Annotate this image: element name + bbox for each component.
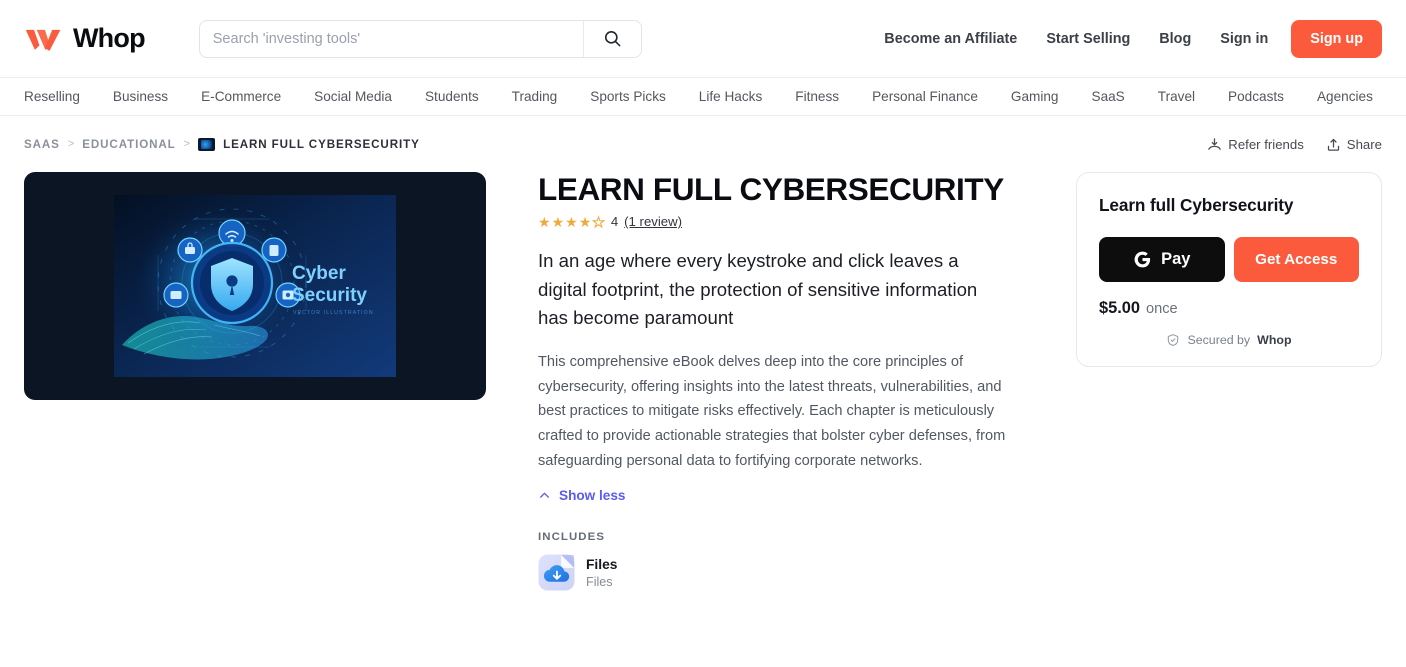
includes-heading: INCLUDES [538, 531, 1008, 543]
search-submit-button[interactable] [583, 21, 641, 57]
share-icon [1326, 137, 1341, 152]
breadcrumb: SAAS > EDUCATIONAL > LEARN FULL CYBERSEC… [24, 138, 420, 151]
purchase-column: Learn full Cybersecurity Pay Get Access [1076, 172, 1382, 367]
sign-up-button[interactable]: Sign up [1291, 20, 1382, 58]
google-pay-label: Pay [1161, 250, 1190, 269]
whop-logo[interactable]: Whop [24, 23, 145, 54]
category-life-hacks[interactable]: Life Hacks [699, 89, 762, 104]
review-count-link[interactable]: (1 review) [624, 214, 682, 229]
refer-friends-icon [1207, 137, 1222, 152]
share-button[interactable]: Share [1326, 137, 1382, 152]
hero-image-container[interactable]: Cyber Security VECTOR ILLUSTRATION [24, 172, 486, 400]
product-tagline: In an age where every keystroke and clic… [538, 247, 1008, 332]
category-fitness[interactable]: Fitness [795, 89, 839, 104]
category-personal-finance[interactable]: Personal Finance [872, 89, 978, 104]
hero-subtext: VECTOR ILLUSTRATION [293, 310, 374, 316]
star-filled-icon: ★ [552, 215, 565, 229]
purchase-buttons: Pay Get Access [1099, 237, 1359, 282]
search-icon [603, 29, 622, 48]
breadcrumb-separator: > [184, 138, 190, 150]
breadcrumb-item-saas[interactable]: SAAS [24, 138, 60, 151]
star-rating: ★ ★ ★ ★ ★ [538, 215, 605, 229]
price-row: $5.00 once [1099, 299, 1359, 318]
purchase-card: Learn full Cybersecurity Pay Get Access [1076, 172, 1382, 367]
star-filled-icon: ★ [538, 215, 551, 229]
nav-sign-in[interactable]: Sign in [1220, 31, 1268, 47]
refer-friends-label: Refer friends [1228, 137, 1304, 152]
category-reselling[interactable]: Reselling [24, 89, 80, 104]
share-label: Share [1347, 137, 1382, 152]
category-trading[interactable]: Trading [512, 89, 558, 104]
category-saas[interactable]: SaaS [1092, 89, 1125, 104]
whop-logo-mark [24, 26, 64, 52]
secured-by-brand: Whop [1257, 333, 1291, 347]
refer-friends-button[interactable]: Refer friends [1207, 137, 1304, 152]
google-g-icon [1133, 250, 1152, 269]
star-empty-icon: ★ [592, 215, 605, 229]
nav-blog[interactable]: Blog [1159, 31, 1191, 47]
search-input[interactable] [200, 21, 583, 57]
show-less-toggle[interactable]: Show less [538, 488, 625, 503]
page-content: SAAS > EDUCATIONAL > LEARN FULL CYBERSEC… [0, 116, 1406, 591]
rating-row: ★ ★ ★ ★ ★ 4 (1 review) [538, 214, 1008, 229]
price-period: once [1146, 301, 1178, 317]
google-pay-button[interactable]: Pay [1099, 237, 1225, 282]
files-cloud-download-icon [538, 554, 575, 591]
breadcrumb-row: SAAS > EDUCATIONAL > LEARN FULL CYBERSEC… [24, 116, 1382, 172]
top-header: Whop Become an Affiliate Start Selling B… [0, 0, 1406, 78]
rating-value: 4 [611, 214, 618, 229]
category-travel[interactable]: Travel [1158, 89, 1195, 104]
show-less-label: Show less [559, 488, 625, 503]
media-column: Cyber Security VECTOR ILLUSTRATION [24, 172, 486, 400]
include-text-block: Files Files [586, 556, 617, 590]
hero-headline-2: Security [292, 285, 367, 306]
star-filled-icon: ★ [565, 215, 578, 229]
chevron-up-icon [538, 489, 551, 502]
nav-become-an-affiliate[interactable]: Become an Affiliate [884, 31, 1017, 47]
product-thumbnail-icon [198, 138, 215, 151]
page-actions: Refer friends Share [1207, 137, 1382, 152]
product-info-column: LEARN FULL CYBERSECURITY ★ ★ ★ ★ ★ 4 (1 … [538, 172, 1008, 591]
breadcrumb-item-current: LEARN FULL CYBERSECURITY [223, 138, 420, 151]
hero-headline-1: Cyber [292, 263, 346, 284]
whop-logo-text: Whop [73, 23, 145, 54]
category-social-media[interactable]: Social Media [314, 89, 392, 104]
header-actions: Become an Affiliate Start Selling Blog S… [884, 20, 1382, 58]
category-podcasts[interactable]: Podcasts [1228, 89, 1284, 104]
breadcrumb-separator: > [68, 138, 74, 150]
nav-start-selling[interactable]: Start Selling [1046, 31, 1130, 47]
category-gaming[interactable]: Gaming [1011, 89, 1059, 104]
get-access-button[interactable]: Get Access [1234, 237, 1360, 282]
category-nav: Reselling Business E-Commerce Social Med… [0, 78, 1406, 116]
list-item[interactable]: Files Files [538, 554, 1008, 591]
include-subtitle: Files [586, 574, 617, 590]
star-filled-icon: ★ [579, 215, 592, 229]
category-agencies[interactable]: Agencies [1317, 89, 1373, 104]
page-title: LEARN FULL CYBERSECURITY [538, 172, 1008, 207]
secured-by-badge: Secured by Whop [1099, 333, 1359, 347]
price-value: $5.00 [1099, 299, 1140, 318]
category-students[interactable]: Students [425, 89, 479, 104]
category-sports-picks[interactable]: Sports Picks [590, 89, 666, 104]
search-bar[interactable] [199, 20, 642, 58]
category-e-commerce[interactable]: E-Commerce [201, 89, 281, 104]
breadcrumb-item-educational[interactable]: EDUCATIONAL [82, 138, 175, 151]
cyber-security-hero-image: Cyber Security VECTOR ILLUSTRATION [114, 195, 396, 377]
shield-check-icon [1166, 333, 1180, 347]
secured-by-label: Secured by [1187, 333, 1250, 347]
product-main: Cyber Security VECTOR ILLUSTRATION LEARN… [24, 172, 1382, 591]
product-description: This comprehensive eBook delves deep int… [538, 350, 1008, 475]
include-title: Files [586, 556, 617, 574]
purchase-card-title: Learn full Cybersecurity [1099, 195, 1359, 216]
category-business[interactable]: Business [113, 89, 168, 104]
